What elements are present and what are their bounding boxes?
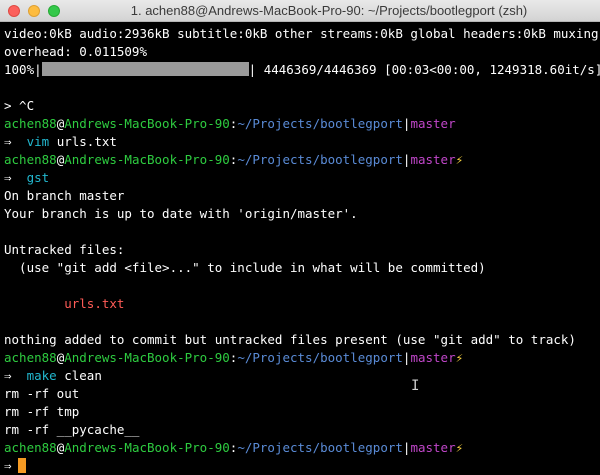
prompt-line: achen88@Andrews-MacBook-Pro-90:~/Project…: [4, 439, 600, 457]
active-command-line[interactable]: ⇒: [4, 457, 600, 475]
prompt-user: achen88: [4, 350, 57, 365]
prompt-user: achen88: [4, 152, 57, 167]
command-name: make: [26, 368, 57, 383]
command-line: ⇒ vim urls.txt: [4, 133, 600, 151]
title-bar[interactable]: 1. achen88@Andrews-MacBook-Pro-90: ~/Pro…: [0, 0, 600, 22]
prompt-user: achen88: [4, 440, 57, 455]
git-status-uptodate: Your branch is up to date with 'origin/m…: [4, 206, 358, 221]
arrow-icon: ⇒: [4, 134, 12, 149]
prompt-path: ~/Projects/bootlegport: [237, 152, 403, 167]
command-args: clean: [56, 368, 102, 383]
git-status-branch: On branch master: [4, 188, 125, 203]
command-line: ⇒ gst: [4, 169, 600, 187]
prompt-host: Andrews-MacBook-Pro-90: [64, 116, 230, 131]
prompt-line: achen88@Andrews-MacBook-Pro-90:~/Project…: [4, 151, 600, 169]
terminal-window: 1. achen88@Andrews-MacBook-Pro-90: ~/Pro…: [0, 0, 600, 475]
window-title: 1. achen88@Andrews-MacBook-Pro-90: ~/Pro…: [130, 3, 528, 18]
git-status-untracked-header: Untracked files:: [4, 242, 125, 257]
zoom-window-button[interactable]: [48, 5, 60, 17]
git-status-hint: (use "git add <file>..." to include in w…: [4, 260, 486, 275]
dirty-icon: ⚡: [455, 152, 464, 167]
untracked-file-line: urls.txt: [4, 295, 600, 313]
make-output-line: rm -rf out: [4, 386, 80, 401]
ibeam-cursor-icon: I: [411, 378, 420, 394]
progress-percent: 100%|: [4, 62, 42, 77]
interrupt-line: > ^C: [4, 98, 35, 113]
command-line: ⇒ make clean: [4, 367, 600, 385]
prompt-branch: master: [410, 350, 456, 365]
arrow-icon: ⇒: [4, 458, 12, 473]
command-name: gst: [26, 170, 50, 185]
prompt-path: ~/Projects/bootlegport: [237, 116, 403, 131]
progress-bar: [41, 62, 249, 76]
make-output-line: rm -rf tmp: [4, 404, 80, 419]
untracked-file: urls.txt: [64, 296, 125, 311]
prompt-line: achen88@Andrews-MacBook-Pro-90:~/Project…: [4, 349, 600, 367]
prompt-user: achen88: [4, 116, 57, 131]
prompt-path: ~/Projects/bootlegport: [237, 350, 403, 365]
command-name: vim: [26, 134, 50, 149]
progress-line: 100%| | 4446369/4446369 [00:03<00:00, 124…: [4, 61, 600, 79]
command-args: urls.txt: [49, 134, 117, 149]
prompt-host: Andrews-MacBook-Pro-90: [64, 440, 230, 455]
ffmpeg-output-line: video:0kB audio:2936kB subtitle:0kB othe…: [4, 26, 599, 41]
prompt-branch: master: [410, 116, 456, 131]
make-output-line: rm -rf __pycache__: [4, 422, 140, 437]
minimize-window-button[interactable]: [28, 5, 40, 17]
terminal-content[interactable]: video:0kB audio:2936kB subtitle:0kB othe…: [0, 22, 600, 475]
prompt-host: Andrews-MacBook-Pro-90: [64, 152, 230, 167]
ffmpeg-output-line: overhead: 0.011509%: [4, 44, 147, 59]
prompt-host: Andrews-MacBook-Pro-90: [64, 350, 230, 365]
progress-stats: | 4446369/4446369 [00:03<00:00, 1249318.…: [248, 62, 600, 77]
close-window-button[interactable]: [8, 5, 20, 17]
arrow-icon: ⇒: [4, 170, 12, 185]
dirty-icon: ⚡: [455, 440, 464, 455]
prompt-path: ~/Projects/bootlegport: [237, 440, 403, 455]
prompt-branch: master: [410, 440, 456, 455]
git-status-summary: nothing added to commit but untracked fi…: [4, 332, 576, 347]
dirty-icon: ⚡: [455, 350, 464, 365]
arrow-icon: ⇒: [4, 368, 12, 383]
prompt-branch: master: [410, 152, 456, 167]
text-cursor: [17, 458, 26, 473]
prompt-line: achen88@Andrews-MacBook-Pro-90:~/Project…: [4, 115, 600, 133]
